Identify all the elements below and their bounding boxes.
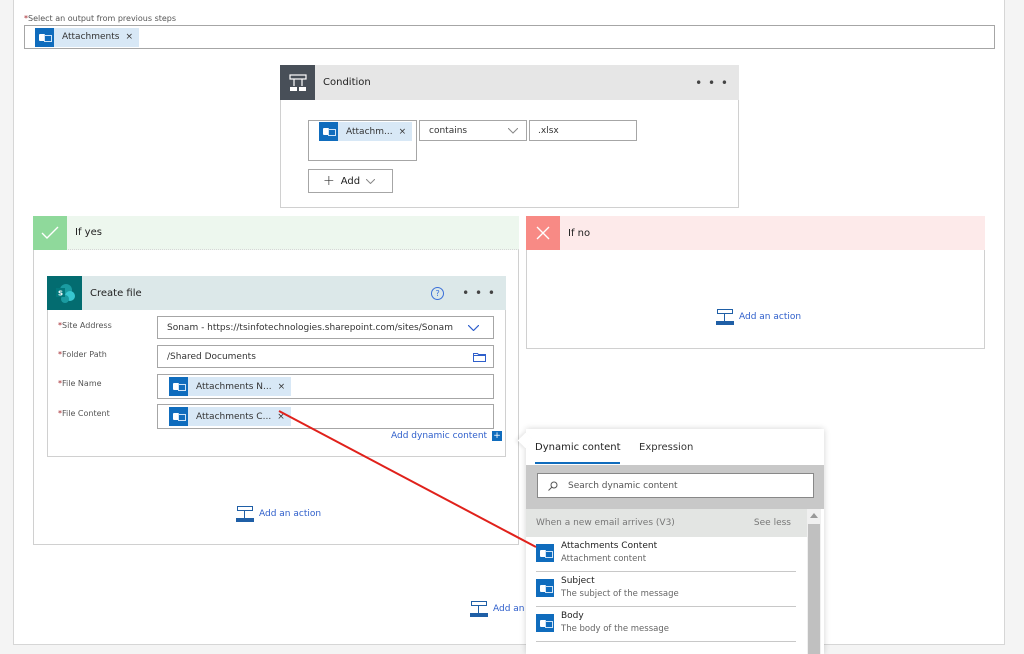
outlook-icon [536, 579, 554, 597]
if-yes-add-action-button[interactable]: Add an action [236, 506, 321, 522]
condition-icon [280, 65, 315, 100]
add-action-icon [470, 601, 488, 617]
help-icon[interactable]: ? [431, 286, 445, 300]
add-dynamic-content-link[interactable]: Add dynamic content + [391, 430, 503, 441]
chevron-down-icon [468, 325, 479, 331]
add-condition-button[interactable]: + Add [308, 169, 393, 193]
outlook-icon [536, 614, 554, 632]
close-icon [526, 216, 560, 250]
chevron-down-icon [508, 128, 518, 134]
outlook-icon [319, 122, 338, 141]
plus-icon: + [323, 173, 335, 189]
checkmark-icon [33, 215, 67, 250]
bottom-add-action-button[interactable]: Add an a [470, 601, 533, 617]
condition-more-button[interactable]: • • • [695, 76, 729, 90]
tab-expression[interactable]: Expression [639, 442, 693, 453]
if-no-header[interactable]: If no [526, 216, 985, 250]
remove-token-button[interactable]: × [399, 127, 413, 137]
file-name-input[interactable]: Attachments N... × [157, 374, 494, 399]
operator-dropdown[interactable]: contains [419, 120, 527, 141]
folder-path-input[interactable]: /Shared Documents [157, 345, 494, 368]
outlook-icon [169, 407, 188, 426]
attachments-token[interactable]: Attachm... × [319, 122, 413, 141]
condition-left-operand[interactable]: Attachm... × [308, 120, 417, 161]
create-file-more-button[interactable]: • • • [462, 286, 496, 300]
scroll-up-arrow[interactable] [810, 513, 818, 518]
chevron-down-icon [366, 178, 376, 184]
condition-value-input[interactable]: .xlsx [529, 120, 637, 141]
condition-header[interactable]: Condition • • • [280, 65, 739, 100]
folder-icon[interactable] [473, 352, 486, 362]
outlook-icon [35, 27, 54, 47]
folder-path-label: *Folder Path [58, 350, 107, 359]
remove-token-button[interactable]: × [278, 382, 292, 392]
file-content-input[interactable]: Attachments C... × [157, 404, 494, 429]
outlook-icon [169, 377, 188, 396]
scroll-thumb[interactable] [808, 524, 820, 654]
active-tab-indicator [535, 462, 620, 464]
attachments-content-token[interactable]: Attachments C... × [169, 407, 291, 426]
file-name-label: *File Name [58, 379, 102, 388]
add-action-icon [236, 506, 254, 522]
search-icon [548, 481, 558, 491]
if-yes-title: If yes [75, 227, 102, 238]
condition-title: Condition [323, 77, 371, 88]
see-less-link[interactable]: See less [754, 518, 791, 528]
svg-text:S: S [58, 290, 63, 298]
site-address-dropdown[interactable]: Sonam - https://tsinfotechnologies.share… [157, 316, 494, 339]
attachments-token[interactable]: Attachments × [35, 27, 139, 47]
section-header: When a new email arrives (V3) See less [526, 509, 813, 537]
select-output-field[interactable]: Attachments × [24, 25, 995, 49]
search-dynamic-content-input[interactable]: Search dynamic content [537, 473, 814, 498]
select-output-label: *Select an output from previous steps [24, 14, 177, 23]
if-yes-header[interactable]: If yes [33, 215, 519, 250]
add-action-icon [716, 309, 734, 325]
remove-token-button[interactable]: × [277, 412, 291, 422]
add-dynamic-plus-icon: + [492, 430, 503, 441]
dynamic-content-panel: Dynamic content Expression Search dynami… [517, 429, 824, 654]
scrollbar[interactable] [807, 509, 821, 654]
if-no-add-action-button[interactable]: Add an action [716, 309, 801, 325]
if-no-title: If no [568, 227, 591, 239]
sharepoint-icon: S [47, 276, 82, 310]
attachments-name-token[interactable]: Attachments N... × [169, 377, 292, 396]
create-file-header[interactable]: S Create file ? • • • [47, 276, 506, 310]
file-content-label: *File Content [58, 409, 110, 418]
dynamic-item-subject[interactable]: Subject The subject of the message [536, 573, 796, 607]
tab-dynamic-content[interactable]: Dynamic content [535, 442, 621, 453]
dynamic-item-body[interactable]: Body The body of the message [536, 608, 796, 642]
outlook-icon [536, 544, 554, 562]
dynamic-item-attachments-content[interactable]: Attachments Content Attachment content [536, 538, 796, 572]
site-address-label: *Site Address [58, 321, 112, 330]
create-file-title: Create file [90, 287, 142, 299]
remove-token-button[interactable]: × [125, 32, 139, 42]
